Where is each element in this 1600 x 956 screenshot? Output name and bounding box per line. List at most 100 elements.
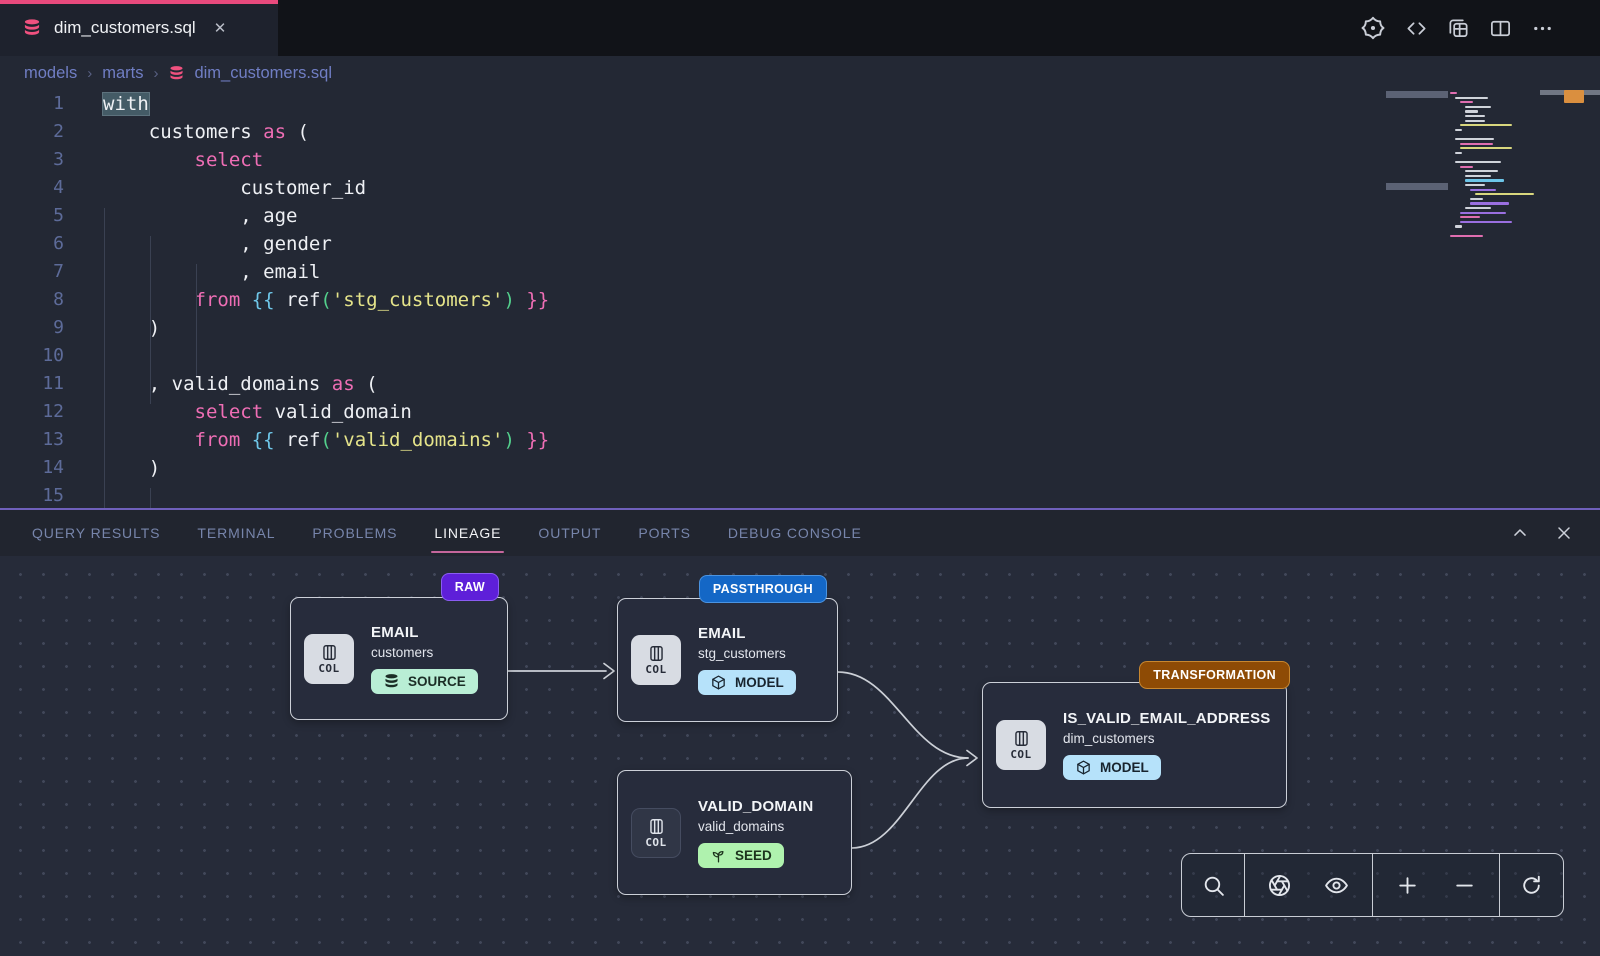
split-icon [1489,17,1512,40]
code-line: customer_id [103,174,549,202]
minimap-line [1465,207,1491,209]
close-panel-button[interactable] [1554,523,1574,543]
code-editor[interactable]: 123456789101112131415 with customers as … [0,90,1600,508]
line-number: 5 [0,202,64,230]
node-model-name: stg_customers [698,646,786,661]
editor-tab-dim-customers[interactable]: dim_customers.sql ✕ [0,0,278,56]
eye-button[interactable] [1315,854,1359,916]
minimap-line [1455,138,1494,140]
breadcrumb-separator: › [87,65,92,82]
duplicate-table-button[interactable] [1447,17,1470,40]
column-chip-label: COL [318,662,339,675]
database-icon [22,18,42,38]
search-button[interactable] [1191,854,1235,916]
minimap[interactable] [1448,90,1532,508]
scrollbar-marker [1564,90,1584,103]
split-editor-button[interactable] [1489,17,1512,40]
refresh-button[interactable] [1509,854,1553,916]
minimap-line [1470,202,1509,204]
tag-badge-passthrough: PASSTHROUGH [699,575,827,603]
lineage-canvas[interactable]: RAWCOLEMAILcustomersSOURCE PASSTHROUGH COL… [0,556,1600,956]
more-actions-button[interactable] [1531,17,1554,40]
breadcrumb-item[interactable]: marts [102,64,143,83]
toolbar-group [1500,854,1563,916]
minimap-line [1470,198,1483,200]
line-number: 10 [0,342,64,370]
minimap-line [1465,106,1491,108]
tab-title: dim_customers.sql [54,18,196,38]
column-chip: COL [631,808,681,858]
plus-button[interactable] [1385,854,1429,916]
line-number: 11 [0,370,64,398]
database-icon [383,673,400,690]
minimap-line [1465,175,1491,177]
titlebar-actions [1360,0,1600,56]
column-chip: COL [631,635,681,685]
panel-tab-output[interactable]: OUTPUT [538,510,601,556]
minimap-line [1470,189,1496,191]
minus-button[interactable] [1442,854,1486,916]
node-text: VALID_DOMAINvalid_domainsSEED [698,798,813,868]
minimap-line [1455,161,1501,163]
panel-tab-query-results[interactable]: QUERY RESULTS [32,510,160,556]
line-number: 8 [0,286,64,314]
minimap-line [1455,97,1488,99]
line-number: 7 [0,258,64,286]
minimap-line [1475,193,1534,195]
column-chip: COL [304,634,354,684]
minimap-line [1460,124,1512,126]
code-line: ) [103,314,549,342]
lineage-node-valid_domains[interactable]: COLVALID_DOMAINvalid_domainsSEED [617,770,852,895]
code-line: with [103,90,549,118]
minimap-line [1465,110,1478,112]
panel-tab-terminal[interactable]: TERMINAL [197,510,275,556]
code-line [103,482,549,508]
minimap-line [1465,120,1485,122]
minus-icon [1452,873,1477,898]
collapse-panel-button[interactable] [1510,523,1530,543]
breadcrumb-item[interactable]: models [24,64,77,83]
lineage-toolbar [1181,853,1564,917]
line-number: 12 [0,398,64,426]
line-number: 9 [0,314,64,342]
toolbar-group [1182,854,1245,916]
indent-guide [104,208,105,508]
minimap-line [1450,235,1483,237]
tab-close-icon[interactable]: ✕ [214,19,227,37]
code-line: customers as ( [103,118,549,146]
code-line [103,342,549,370]
minimap-line [1465,184,1485,186]
minimap-line [1455,225,1462,227]
database-icon [168,65,185,82]
minimap-line [1450,92,1457,94]
lineage-node-dim_customers[interactable]: TRANSFORMATIONCOLIS_VALID_EMAIL_ADDRESSd… [982,682,1287,808]
toolbar-group [1373,854,1500,916]
code-view-button[interactable] [1405,17,1428,40]
breadcrumb-item[interactable]: dim_customers.sql [168,64,332,83]
panel-tab-problems[interactable]: PROBLEMS [312,510,397,556]
line-number-gutter: 123456789101112131415 [0,90,64,508]
ide-window: dim_customers.sql ✕ models›marts›dim_cus… [0,0,1600,956]
panel-tab-lineage[interactable]: LINEAGE [434,510,501,556]
node-column-name: EMAIL [698,625,746,642]
code-line: from {{ ref('valid_domains') }} [103,426,549,454]
indent-guide [196,264,197,376]
node-model-name: valid_domains [698,819,784,834]
columns-icon [647,817,666,836]
node-column-name: VALID_DOMAIN [698,798,813,815]
seedling-icon [710,847,727,864]
lineage-node-stg_customers[interactable]: PASSTHROUGHCOLEMAILstg_customersMODEL [617,598,838,722]
dbt-logo-button[interactable] [1360,15,1386,41]
panel-tab-ports[interactable]: PORTS [638,510,690,556]
panel-tab-debug-console[interactable]: DEBUG CONSOLE [728,510,862,556]
indent-guide [150,488,151,508]
breadcrumb: models›marts›dim_customers.sql [0,56,1600,90]
minimap-line [1460,166,1473,168]
code-line: ) [103,454,549,482]
minimap-line [1465,179,1504,181]
column-chip-label: COL [645,663,666,676]
lineage-node-customers[interactable]: RAWCOLEMAILcustomersSOURCE [290,597,508,720]
aperture-button[interactable] [1258,854,1302,916]
panel-tabbar: QUERY RESULTS TERMINAL PROBLEMS LINEAGE OUTP… [0,508,1600,556]
cube-icon [1075,759,1092,776]
